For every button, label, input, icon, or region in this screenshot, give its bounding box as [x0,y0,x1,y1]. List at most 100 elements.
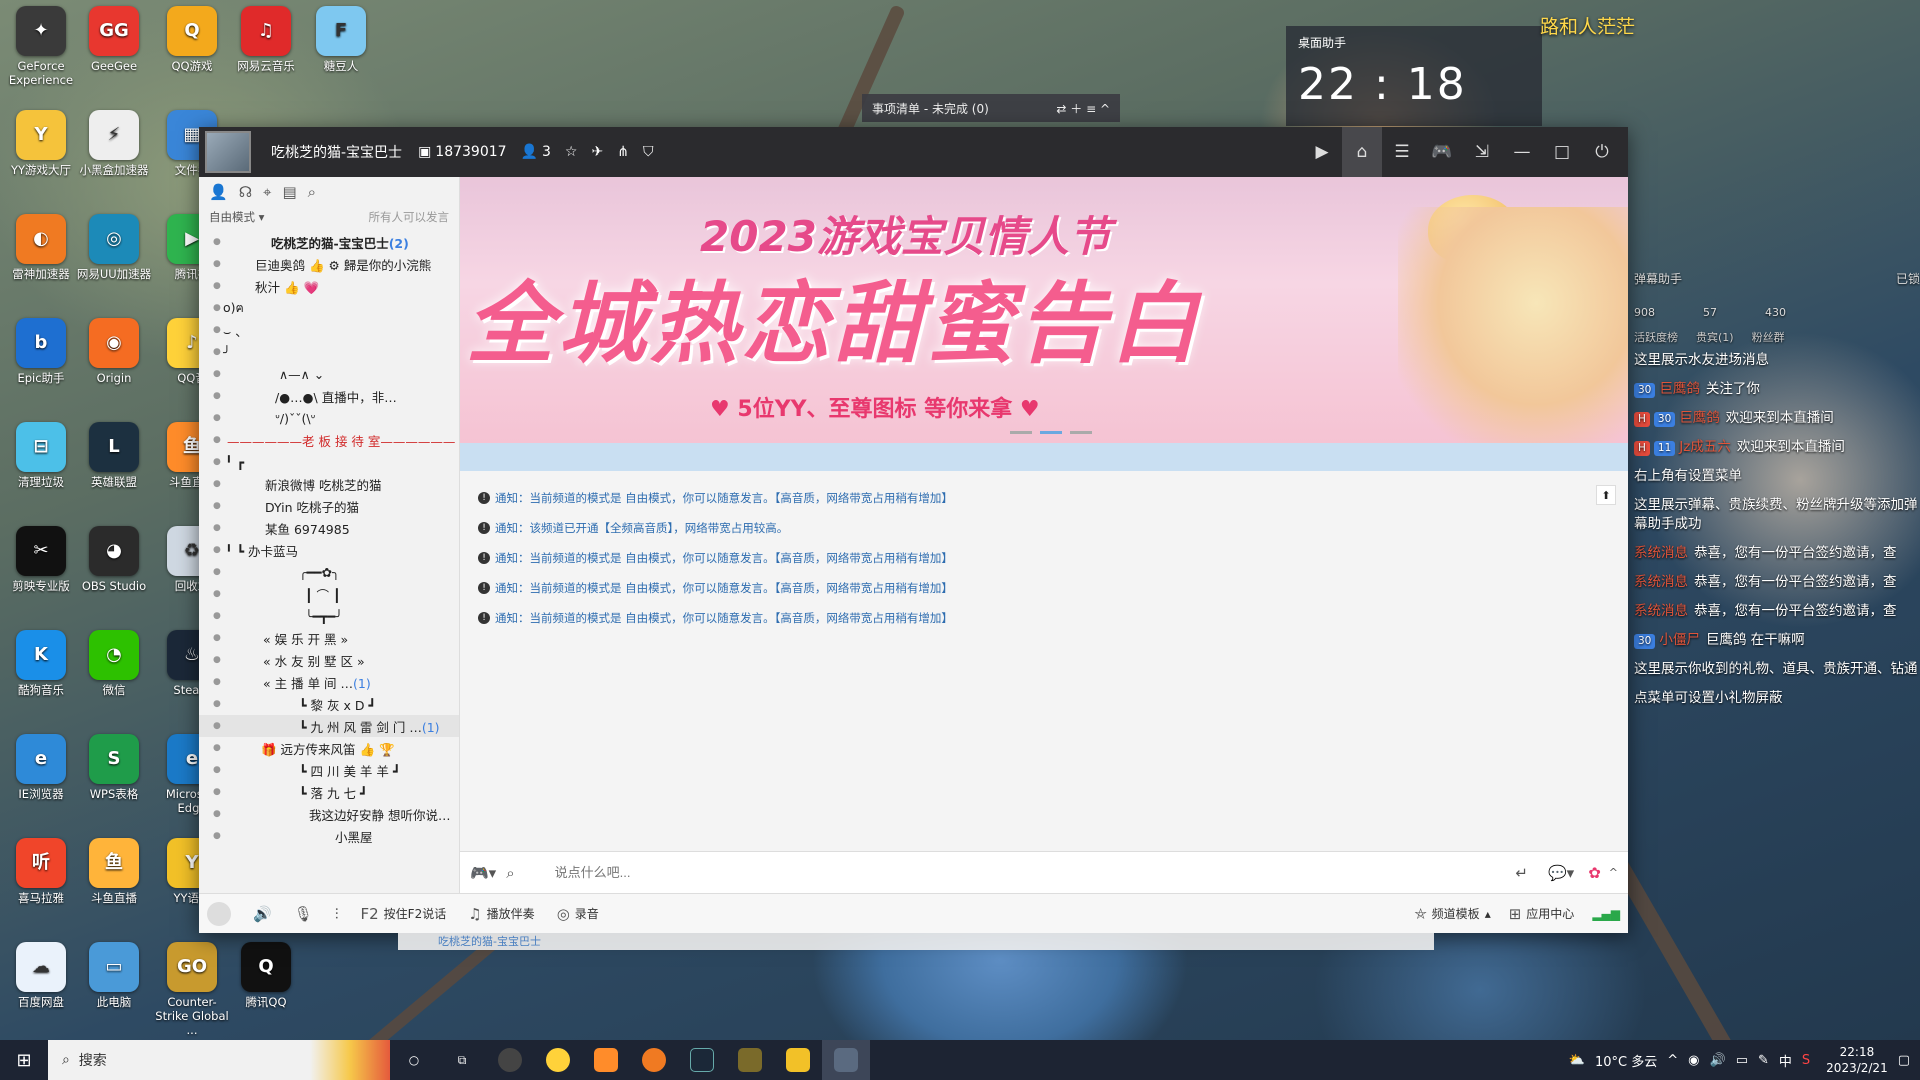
push-to-talk-button[interactable]: F2 按住F2说话 [361,905,447,923]
danmu-tab-fans[interactable]: 粉丝群 [1752,328,1785,347]
danmu-lock[interactable]: 已锁 [1896,270,1920,289]
desktop-icon[interactable]: ▭ 此电脑 [75,942,153,1009]
channel-item[interactable]: ● ╹ ┏ [199,451,459,473]
record-button[interactable]: ◎ 录音 [557,905,599,923]
channel-template-button[interactable]: ⛤ 频道模板 ▴ [1415,905,1491,923]
microphone-icon[interactable]: 🎙 [294,905,313,923]
pager-dot-active[interactable] [1040,431,1062,434]
desktop-icon[interactable]: ⊟ 清理垃圾 [2,422,80,489]
pager-dot[interactable] [1070,431,1092,434]
desktop-icon[interactable]: Y YY游戏大厅 [2,110,80,177]
desktop-icon[interactable]: ✦ GeForce Experience [2,6,80,87]
volume-icon[interactable]: 🔊 [1710,1053,1726,1068]
desktop-icon[interactable]: e IE浏览器 [2,734,80,801]
channel-item[interactable]: ● ο)ฅ [199,297,459,319]
desktop-icon[interactable]: F 糖豆人 [302,6,380,73]
speaker-icon[interactable]: 🔊 [253,905,272,923]
list-icon[interactable]: ☰ [1382,127,1422,177]
desktop-icon[interactable]: Q 腾讯QQ [227,942,305,1009]
channel-item[interactable]: ● ┗ 黎 灰 x D ┛ [199,693,459,715]
channel-item[interactable]: ● ⌣ 、 [199,319,459,341]
home-icon[interactable]: ⌂ [1342,127,1382,177]
channel-item[interactable]: ● ——————老 板 接 待 室—————— [199,429,459,451]
chat-input[interactable] [554,865,1516,880]
send-enter-icon[interactable]: ↵ [1515,864,1528,882]
taskbar-app-qq-music[interactable] [534,1040,582,1080]
power-icon[interactable]: ⏻ [1582,127,1622,177]
notes-icon[interactable]: ▤ [282,183,296,201]
desktop-icon[interactable]: ♫ 网易云音乐 [227,6,305,73]
desktop-icon[interactable]: ◔ 微信 [75,630,153,697]
minimize-icon[interactable]: — [1502,127,1542,177]
desktop-icon[interactable]: L 英雄联盟 [75,422,153,489]
my-avatar[interactable] [207,901,231,926]
channel-item[interactable]: ● 我这边好安静 想听你说… [199,803,459,825]
weather-text[interactable]: 10°C 多云 [1595,1051,1657,1070]
desktop-icon[interactable]: GO Counter-Strike Global ... [153,942,231,1037]
live-video-icon[interactable]: ▶ [1302,127,1342,177]
desktop-icon[interactable]: ◎ 网易UU加速器 [75,214,153,281]
taskbar-search[interactable]: ⌕ 搜索 [48,1040,390,1080]
desktop-icon[interactable]: ✂ 剪映专业版 [2,526,80,593]
user-icon[interactable]: 👤 [209,183,228,201]
channel-item[interactable]: ● « 娱 乐 开 黑 » [199,627,459,649]
channel-item[interactable]: ● ╹ ┗ 办卡蓝马 [199,539,459,561]
desktop-icon[interactable]: ◉ Origin [75,318,153,385]
headset-icon[interactable]: ☊ [239,183,252,201]
favorite-star-icon[interactable]: ☆ [565,144,578,160]
desktop-icon[interactable]: b Epic助手 [2,318,80,385]
promo-banner[interactable]: 2023游戏宝贝情人节 全城热恋甜蜜告白 ♥ 5位YY、至尊图标 等你来拿 ♥ [460,177,1628,443]
desktop-icon[interactable]: 鱼斗鱼直播 [75,838,153,905]
channel-item[interactable]: ● ╭━━✿╮ [199,561,459,583]
desktop-icon[interactable]: ⚡ 小黑盒加速器 [75,110,153,177]
network-icon[interactable]: ▭ [1736,1053,1748,1068]
plane-icon[interactable]: ✈ [591,144,603,160]
channel-item[interactable]: ● ╯ [199,341,459,363]
banner-pager[interactable] [1010,431,1092,434]
taskbar-app-steam[interactable] [678,1040,726,1080]
notification-icon[interactable]: ▢ [1898,1053,1910,1068]
taskbar-app-obs[interactable] [486,1040,534,1080]
gamepad-icon[interactable]: 🎮 [1422,127,1462,177]
pager-dot[interactable] [1010,431,1032,434]
desktop-icon[interactable]: 听喜马拉雅 [2,838,80,905]
channel-item[interactable]: ● ┗ 四 川 美 羊 羊 ┛ [199,759,459,781]
channel-avatar[interactable] [205,131,251,173]
desktop-icon[interactable]: Q QQ游戏 [153,6,231,73]
danmu-tab-activity[interactable]: 活跃度榜 [1634,328,1678,347]
chat-bubble-icon[interactable]: 💬▾ [1548,864,1574,882]
desktop-icon[interactable]: ◕ OBS Studio [75,526,153,593]
desktop-icon[interactable]: ☁ 百度网盘 [2,942,80,1009]
translate-icon[interactable]: ⌕ [506,864,514,882]
gamepad-emote-icon[interactable]: 🎮▾ [470,864,496,882]
desktop-icon[interactable]: ◐ 雷神加速器 [2,214,80,281]
channel-item[interactable]: ● « 水 友 别 墅 区 » [199,649,459,671]
pen-icon[interactable]: ✎ [1758,1053,1769,1068]
channel-item[interactable]: ● ᐡ/)ˇˇ(\ᐡ [199,407,459,429]
app-center-button[interactable]: ⊞ 应用中心 [1509,905,1575,923]
taskbar-clock[interactable]: 22:18 2023/2/21 [1826,1044,1888,1076]
channel-item[interactable]: ● « 主 播 单 间 …(1) [199,671,459,693]
shield-icon[interactable]: ⛉ [643,144,654,160]
location-icon[interactable]: ⌖ [263,183,271,201]
flower-gift-icon[interactable]: ✿ [1588,864,1601,882]
channel-item[interactable]: ● DYin 吃桃子的猫 [199,495,459,517]
danmu-tab-vip[interactable]: 贵宾(1) [1696,328,1734,347]
task-view-icon[interactable]: ⧉ [438,1040,486,1080]
scroll-top-button[interactable]: ⬆ [1596,485,1616,505]
channel-item[interactable]: ● ╰━┳━╯ [199,605,459,627]
channel-item[interactable]: ● ∧—∧ ⌄ [199,363,459,385]
todo-widget[interactable]: 事项清单 - 未完成 (0) ⇄ ＋ ≡ ^ [862,94,1120,122]
channel-item[interactable]: ● 某鱼 6974985 [199,517,459,539]
channel-item[interactable]: ● /●…●\ 直播中，非… [199,385,459,407]
mode-dropdown[interactable]: 自由模式 ▾ [209,209,264,225]
channel-item[interactable]: ● 🎁 远方传来风笛 👍 🏆 [199,737,459,759]
taskbar-app-yy[interactable] [774,1040,822,1080]
accompany-button[interactable]: ♫ 播放伴奏 [468,905,534,923]
maximize-icon[interactable]: □ [1542,127,1582,177]
sogou-icon[interactable]: S [1802,1053,1810,1068]
taskbar-app-active[interactable] [822,1040,870,1080]
desktop-icon[interactable]: S WPS表格 [75,734,153,801]
taskbar-app-leishen[interactable] [630,1040,678,1080]
taskbar-app-game[interactable] [726,1040,774,1080]
